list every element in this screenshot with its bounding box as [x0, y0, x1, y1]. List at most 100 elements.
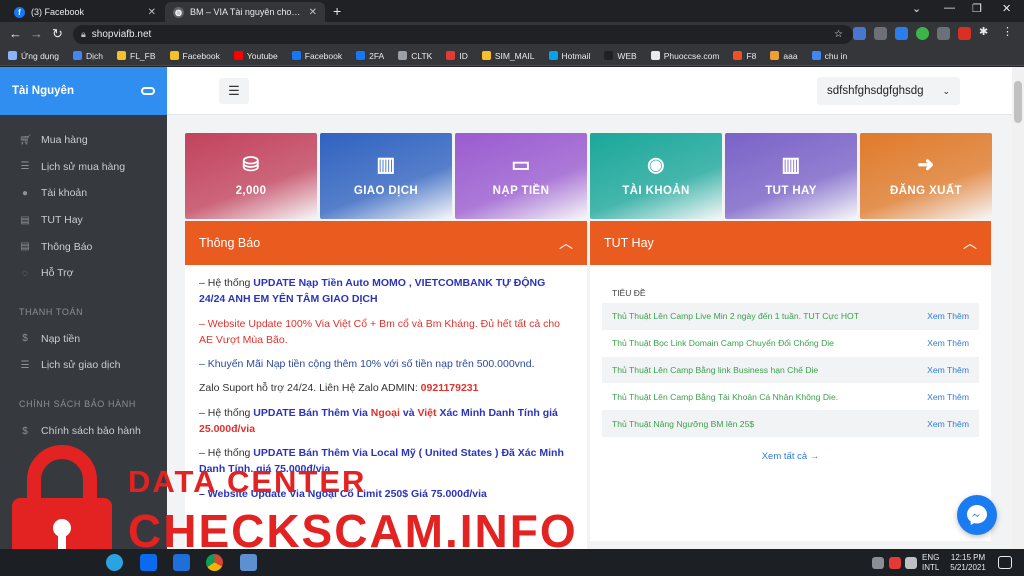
- admin-phone: 0921179231: [420, 382, 479, 395]
- menu-icon[interactable]: ⋮: [1002, 25, 1015, 38]
- logout-icon: ➜: [917, 154, 935, 176]
- messenger-chat-button[interactable]: [957, 495, 997, 535]
- media-player-icon[interactable]: [173, 554, 190, 571]
- bookmark-icon: [398, 51, 408, 60]
- bookmark-item[interactable]: 2FA: [356, 51, 384, 61]
- tile-label: GIAO DỊCH: [353, 185, 419, 197]
- tab-shopviafb[interactable]: ◍ BM – VIA Tài nguyên cho mạng x ✕: [165, 2, 325, 22]
- restore-button[interactable]: ❐: [972, 2, 982, 15]
- tile-giao-d-ch[interactable]: ▥ GIAO DỊCH: [320, 133, 452, 219]
- chevron-up-icon[interactable]: ︿: [559, 233, 573, 253]
- tut-row-title[interactable]: Thủ Thuật Nâng Ngưỡng BM lên 25$: [612, 419, 754, 429]
- tab-facebook[interactable]: f (3) Facebook ✕: [6, 2, 164, 22]
- page-scrollbar[interactable]: [1012, 67, 1024, 549]
- bookmark-item[interactable]: FL_FB: [117, 51, 156, 61]
- sidebar-item-lich-su-giao-dich[interactable]: ☰ Lịch sử giao dịch: [0, 352, 167, 379]
- extension-icon[interactable]: [937, 27, 950, 40]
- tut-row-title[interactable]: Thủ Thuật Lên Camp Bằng link Business hạ…: [612, 365, 818, 375]
- bookmark-item[interactable]: F8: [733, 51, 756, 61]
- address-bar[interactable]: 🔒︎ shopviafb.net ☆: [73, 25, 853, 44]
- zalo-icon[interactable]: [140, 554, 157, 571]
- sidebar-toggle-icon[interactable]: [141, 87, 155, 95]
- sidebar-item-nap-tien[interactable]: $ Nạp tiền: [0, 326, 167, 353]
- close-window-button[interactable]: ✕: [1002, 2, 1011, 15]
- sidebar-item-thong-bao[interactable]: ▤ Thông Báo: [0, 233, 167, 260]
- extension-icon[interactable]: [874, 27, 887, 40]
- sidebar-item-label: Chính sách bảo hành: [41, 425, 141, 438]
- tray-icon[interactable]: [872, 557, 884, 569]
- bookmark-item[interactable]: Facebook: [169, 51, 220, 61]
- extension-icon[interactable]: [916, 27, 929, 40]
- scrollbar-thumb[interactable]: [1014, 81, 1022, 123]
- sidebar-item-lich-su-mua-hang[interactable]: ☰ Lịch sử mua hàng: [0, 154, 167, 181]
- tut-row-title[interactable]: Thủ Thuật Lên Camp Live Min 2 ngày đến 1…: [612, 311, 859, 321]
- close-tab-icon[interactable]: ✕: [309, 7, 317, 18]
- bookmark-item[interactable]: Phuoccse.com: [650, 51, 719, 61]
- bookmark-icon: [770, 51, 780, 60]
- hamburger-menu-button[interactable]: ☰: [219, 78, 249, 104]
- view-more-link[interactable]: Xem Thêm: [927, 392, 969, 402]
- translate-extension-icon[interactable]: [853, 27, 866, 40]
- chevron-down-icon: ⌄: [942, 85, 950, 96]
- chevron-up-icon[interactable]: ︿: [963, 233, 977, 253]
- bookmark-icon: [356, 51, 366, 60]
- bookmark-star-icon[interactable]: ☆: [834, 29, 843, 40]
- minimize-button[interactable]: —: [944, 2, 955, 14]
- forward-button[interactable]: →: [30, 26, 43, 41]
- tut-row-title[interactable]: Thủ Thuật Lên Camp Bằng Tài Khoản Cá Nhâ…: [612, 392, 838, 402]
- sidebar-item-mua-hang[interactable]: 🛒︎ Mua hàng: [0, 127, 167, 154]
- browser-toolbar: ← → ↻ 🔒︎ shopviafb.net ☆ ✱ ⋮: [0, 22, 1024, 46]
- telegram-icon[interactable]: [106, 554, 123, 571]
- tile--ng-xu-t[interactable]: ➜ ĐĂNG XUẤT: [860, 133, 992, 219]
- profile-dropdown-icon[interactable]: ⌄: [912, 2, 921, 15]
- tile-2-000[interactable]: ⛁ 2,000: [185, 133, 317, 219]
- new-tab-button[interactable]: +: [333, 3, 341, 19]
- reload-button[interactable]: ↻: [52, 26, 63, 42]
- bookmark-item[interactable]: WEB: [604, 51, 637, 61]
- bookmark-item[interactable]: Ứng dụng: [8, 51, 59, 61]
- notification-icon[interactable]: [998, 556, 1012, 569]
- bookmark-item[interactable]: Hotmail: [548, 50, 591, 61]
- bookmark-item[interactable]: ID: [446, 51, 468, 61]
- tile-tut-hay[interactable]: ▥ TUT HAY: [725, 133, 857, 219]
- system-clock[interactable]: 12:15 PM 5/21/2021: [946, 553, 990, 573]
- bookmark-item[interactable]: chu in: [811, 51, 847, 61]
- keyboard-language[interactable]: ENG INTL: [922, 553, 939, 573]
- bookmark-item[interactable]: CLTK: [398, 51, 432, 61]
- tut-title: TUT Hay: [604, 236, 654, 250]
- document-icon: ▤: [20, 214, 30, 226]
- app-icon[interactable]: [240, 554, 257, 571]
- bookmark-label: Hotmail: [561, 50, 591, 61]
- chrome-icon[interactable]: [206, 554, 223, 571]
- tray-icon[interactable]: [905, 557, 917, 569]
- sidebar-item-tai-khoan[interactable]: ● Tài khoản: [0, 180, 167, 207]
- view-more-link[interactable]: Xem Thêm: [927, 338, 969, 348]
- bookmark-item[interactable]: aaa: [770, 51, 798, 61]
- close-tab-icon[interactable]: ✕: [148, 7, 156, 18]
- sidebar-item-tut-hay[interactable]: ▤ TUT Hay: [0, 207, 167, 234]
- view-more-link[interactable]: Xem Thêm: [927, 365, 969, 375]
- tut-card: TUT Hay ︿ TIÊU ĐỀ Thủ Thuật Lên Camp Liv…: [590, 221, 991, 541]
- user-dropdown[interactable]: sdfshfghsdgfghsdg ⌄: [817, 77, 960, 105]
- notice-card-header[interactable]: Thông Báo ︿: [185, 221, 587, 265]
- sidebar-item-chinh-sach-bao-hanh[interactable]: $ Chính sách bảo hành: [0, 418, 167, 445]
- view-more-link[interactable]: Xem Thêm: [927, 419, 969, 429]
- tile-n-p-ti-n[interactable]: ▭ NẠP TIỀN: [455, 133, 587, 219]
- user-circle-icon: ◉: [647, 154, 665, 176]
- puzzle-icon[interactable]: ✱: [979, 25, 992, 38]
- tut-row-title[interactable]: Thủ Thuật Bọc Link Domain Camp Chuyển Đổ…: [612, 338, 834, 348]
- extension-icon[interactable]: [958, 27, 971, 40]
- bookmark-item[interactable]: SIM_MAIL: [481, 51, 535, 61]
- bookmark-item[interactable]: Facebook: [291, 51, 342, 61]
- tray-icon[interactable]: [889, 557, 901, 569]
- back-button[interactable]: ←: [9, 26, 22, 41]
- bookmark-item[interactable]: Dịch: [72, 51, 103, 61]
- tile-t-i-kho-n[interactable]: ◉ TÀI KHOẢN: [590, 133, 722, 219]
- column-header: TIÊU ĐỀ: [612, 288, 646, 298]
- extension-icon[interactable]: [895, 27, 908, 40]
- tut-card-header[interactable]: TUT Hay ︿: [590, 221, 991, 265]
- view-more-link[interactable]: Xem Thêm: [927, 311, 969, 321]
- sidebar-item-ho-tro[interactable]: ◌ Hỗ Trợ: [0, 260, 167, 287]
- bookmark-item[interactable]: Youtube: [233, 51, 278, 61]
- view-all-link[interactable]: Xem tất cả →: [590, 451, 991, 462]
